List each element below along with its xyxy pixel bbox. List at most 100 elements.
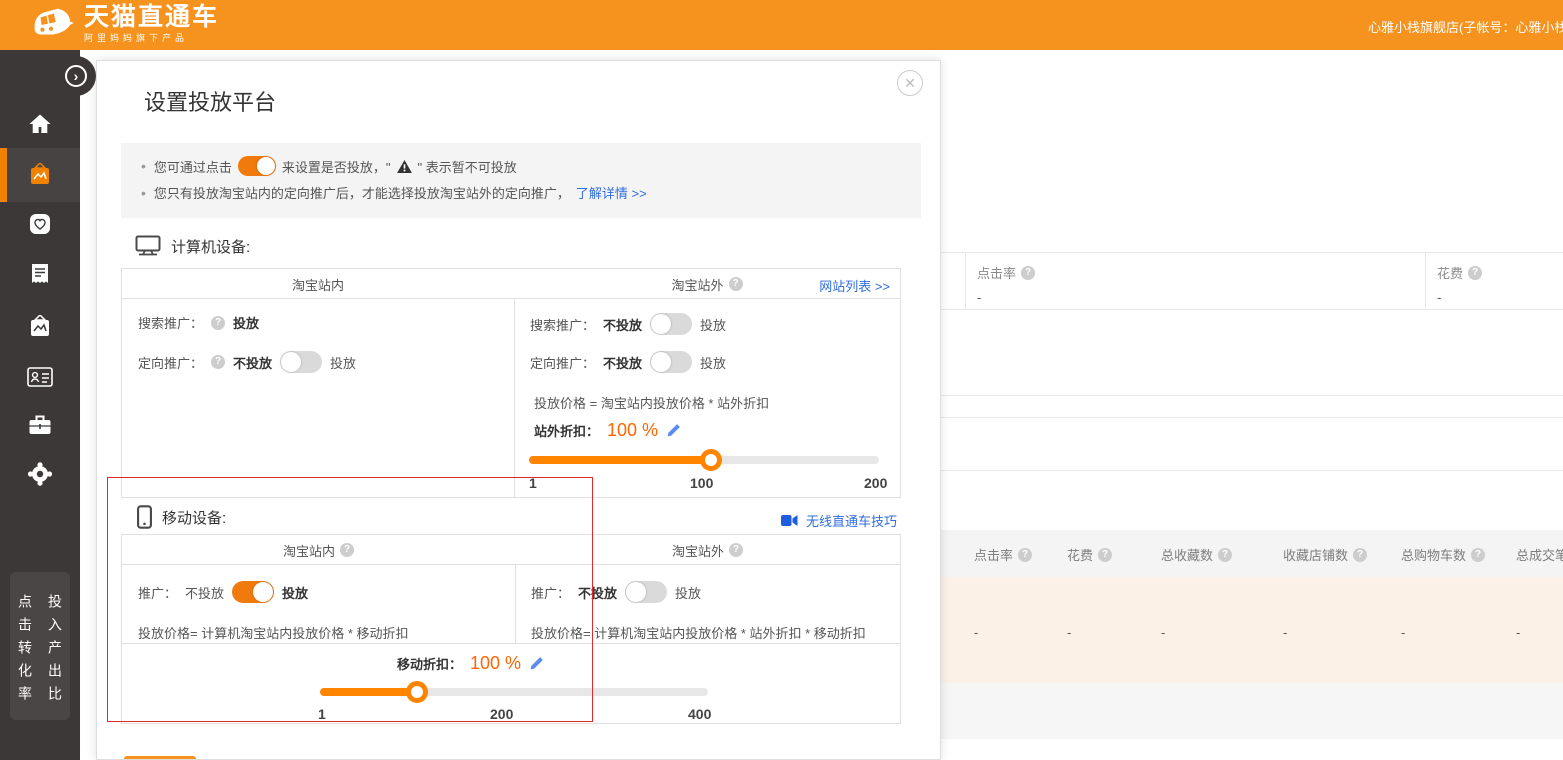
help-icon[interactable]: ? — [1018, 548, 1032, 562]
wireless-tips-link[interactable]: 无线直通车技巧 — [781, 511, 897, 530]
row-label: 定向推广： — [530, 353, 595, 372]
formula-text: 投放价格 = 淘宝站内投放价格 * 站外折扣 — [534, 393, 769, 412]
help-icon[interactable]: ? — [1471, 548, 1485, 562]
metrics-widget[interactable]: 点击转化率 投入产出比 — [10, 572, 70, 720]
receipt-icon — [29, 263, 51, 287]
target-promo-row-inside: 定向推广： ? 不投放 投放 — [138, 351, 356, 373]
help-icon[interactable]: ? — [729, 277, 743, 291]
bullet-icon: • — [141, 158, 146, 174]
wireless-tips-label[interactable]: 无线直通车技巧 — [806, 511, 897, 530]
state-on-label: 投放 — [700, 315, 726, 334]
table-row[interactable] — [941, 683, 1563, 739]
confirm-button[interactable] — [124, 756, 196, 760]
help-icon[interactable]: ? — [211, 355, 225, 369]
state-on-label: 投放 — [330, 353, 356, 372]
bullet-icon: • — [141, 185, 146, 201]
discount-label: 站外折扣： — [534, 421, 599, 440]
sidebar-item-favorites[interactable] — [0, 202, 80, 246]
cell-value: - — [1516, 625, 1520, 640]
computer-section-title: 计算机设备: — [135, 235, 250, 257]
tip-text: " 表示暂不可投放 — [418, 157, 517, 176]
divider — [1425, 253, 1426, 309]
column-header: 淘宝站外 — [671, 275, 723, 294]
learn-more-link[interactable]: 了解详情 >> — [576, 183, 647, 202]
help-icon[interactable]: ? — [1468, 266, 1482, 280]
expand-sidebar-button[interactable]: › — [56, 56, 96, 96]
logo-title: 天猫直通车 — [84, 4, 219, 30]
state-off-label: 不投放 — [603, 315, 642, 334]
column-header: 总收藏数 — [1161, 545, 1213, 564]
stat-value: - — [977, 290, 1035, 305]
app-header: 天猫直通车 阿里妈妈旗下产品 心雅小栈旗舰店(子帐号：心雅小栈 — [0, 0, 1563, 50]
column-header: 总成交笔 — [1516, 545, 1563, 564]
chevron-right-icon: › — [65, 65, 87, 87]
app-logo[interactable]: 天猫直通车 阿里妈妈旗下产品 — [28, 4, 219, 44]
state-off-label: 不投放 — [233, 353, 272, 372]
close-icon[interactable]: ✕ — [897, 70, 923, 96]
column-header: 花费 — [1067, 545, 1093, 564]
account-name[interactable]: 心雅小栈旗舰店(子帐号：心雅小栈 — [1368, 17, 1563, 36]
sidebar-item-community[interactable] — [0, 452, 80, 496]
website-list-link[interactable]: 网站列表 >> — [819, 276, 890, 295]
id-card-icon — [27, 367, 53, 387]
tip-text: 来设置是否投放，" — [282, 157, 391, 176]
sidebar-item-creative[interactable] — [0, 305, 80, 349]
help-icon[interactable]: ? — [211, 316, 225, 330]
computer-icon — [135, 235, 161, 257]
computer-table-body: 搜索推广： ? 投放 定向推广： ? 不投放 投放 搜索推广： 不投放 投放 定… — [122, 299, 900, 498]
help-icon[interactable]: ? — [1218, 548, 1232, 562]
target-outside-toggle[interactable] — [650, 351, 692, 373]
sidebar-item-home[interactable] — [0, 102, 80, 146]
search-outside-toggle[interactable] — [650, 313, 692, 335]
table-row[interactable]: - - - - - - — [941, 577, 1563, 683]
briefcase-icon — [28, 414, 52, 436]
column-header: 点击率 — [974, 545, 1013, 564]
sidebar-item-account[interactable] — [0, 355, 80, 399]
metric-label-ctr: 点击转化率 — [14, 594, 36, 720]
picture-icon — [28, 315, 52, 339]
price-formula-outside: 投放价格 = 淘宝站内投放价格 * 站外折扣 — [534, 393, 769, 412]
cell-value: - — [1283, 625, 1287, 640]
target-promo-row-outside: 定向推广： 不投放 投放 — [530, 351, 726, 373]
outside-discount-slider[interactable] — [529, 456, 879, 464]
slider-tick: 400 — [688, 706, 711, 722]
sidebar-item-reports[interactable] — [0, 253, 80, 297]
stat-label: 点击率 — [977, 263, 1016, 282]
section-label: 计算机设备: — [171, 236, 250, 257]
target-inside-toggle[interactable] — [280, 351, 322, 373]
state-on-label: 投放 — [233, 313, 259, 332]
column-header: 淘宝站内 — [292, 275, 344, 294]
edit-icon[interactable] — [666, 423, 681, 438]
help-icon[interactable]: ? — [1353, 548, 1367, 562]
divider — [941, 470, 1563, 471]
tip-line-1: • 您可通过点击 来设置是否投放，" " 表示暂不可投放 — [141, 156, 901, 176]
discount-value: 100 % — [607, 420, 658, 441]
divider — [514, 299, 515, 498]
outside-discount-row: 站外折扣： 100 % — [534, 417, 681, 443]
heart-icon — [28, 212, 52, 236]
help-icon[interactable]: ? — [1098, 548, 1112, 562]
sidebar-item-tools[interactable] — [0, 403, 80, 447]
dialog-title: 设置投放平台 — [144, 85, 276, 117]
sidebar-item-campaign-active[interactable] — [0, 148, 80, 202]
column-header: 淘宝站外 — [672, 541, 724, 560]
row-label: 定向推广： — [138, 353, 203, 372]
home-icon — [28, 113, 52, 135]
slider-handle[interactable] — [700, 449, 722, 471]
computer-table-header: 淘宝站内 淘宝站外 ? 网站列表 >> — [122, 269, 900, 299]
active-indicator — [0, 148, 7, 202]
help-icon[interactable]: ? — [1021, 266, 1035, 280]
cell-value: - — [1161, 625, 1165, 640]
tip-text: 您只有投放淘宝站内的定向推广后，才能选择投放淘宝站外的定向推广， — [154, 183, 570, 202]
help-icon[interactable]: ? — [729, 543, 743, 557]
column-header: 总购物车数 — [1401, 545, 1466, 564]
cell-value: - — [1401, 625, 1405, 640]
cell-value: - — [974, 625, 978, 640]
slider-tick: 200 — [864, 475, 887, 491]
train-logo-icon — [28, 5, 74, 43]
state-on-label: 投放 — [700, 353, 726, 372]
mobile-outside-toggle[interactable] — [625, 581, 667, 603]
example-toggle — [238, 156, 276, 176]
state-on-label: 投放 — [675, 583, 701, 602]
stat-label: 花费 — [1437, 263, 1463, 282]
